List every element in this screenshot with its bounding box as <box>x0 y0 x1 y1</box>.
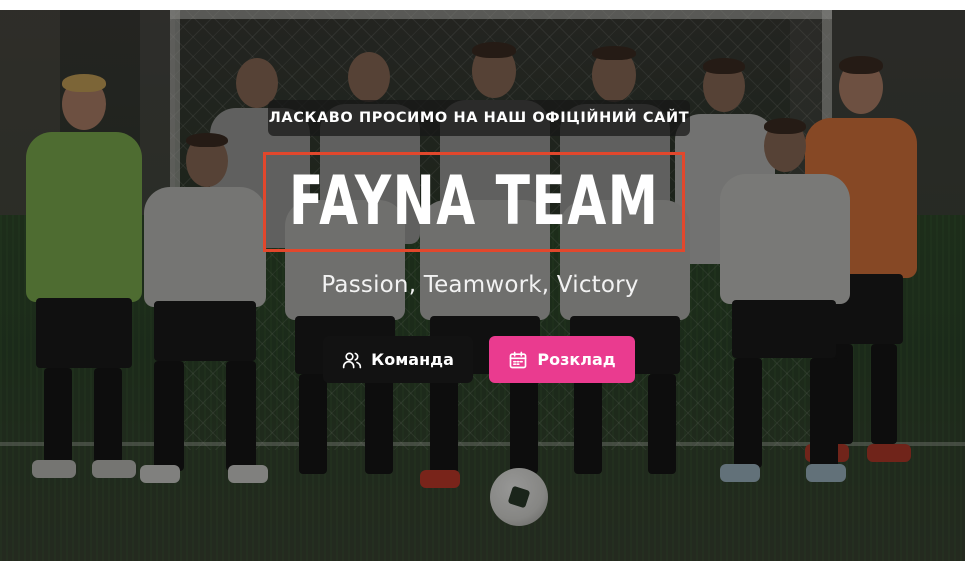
schedule-button[interactable]: Розклад <box>489 336 635 383</box>
welcome-text: ЛАСКАВО ПРОСИМО НА НАШ ОФІЦІЙНИЙ САЙТ <box>268 110 690 126</box>
title-frame: FAYNA TEAM <box>263 152 685 252</box>
welcome-badge: ЛАСКАВО ПРОСИМО НА НАШ ОФІЦІЙНИЙ САЙТ <box>268 100 690 136</box>
users-icon <box>342 350 362 370</box>
tagline: Passion, Teamwork, Victory <box>321 272 639 298</box>
schedule-button-label: Розклад <box>537 350 616 369</box>
hero-section: ЛАСКАВО ПРОСИМО НА НАШ ОФІЦІЙНИЙ САЙТ FA… <box>0 10 965 561</box>
page-title: FAYNA TEAM <box>288 162 660 241</box>
team-button[interactable]: Команда <box>323 336 473 383</box>
team-button-label: Команда <box>371 350 454 369</box>
calendar-icon <box>508 350 528 370</box>
